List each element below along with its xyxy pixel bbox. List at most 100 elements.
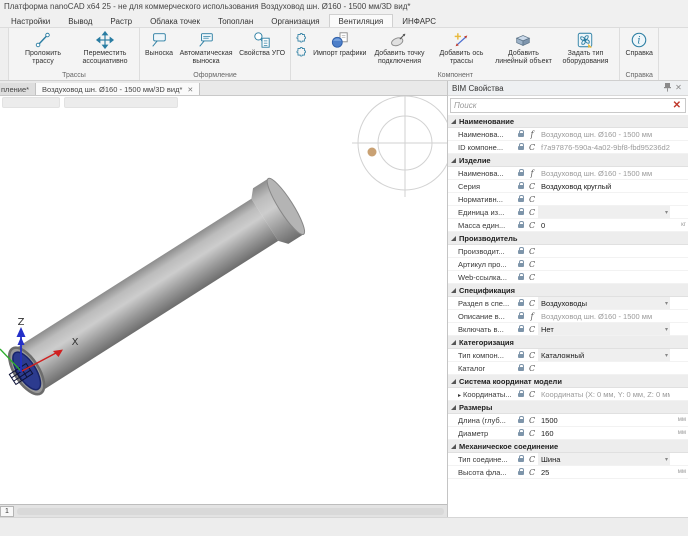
lock-icon[interactable]	[516, 249, 526, 254]
route-button[interactable]: Проложить трассу	[12, 30, 74, 66]
lock-icon[interactable]	[516, 223, 526, 228]
main-area: пление*Воздуховод шн. Ø160 - 1500 мм/3D …	[0, 81, 688, 517]
lock-icon[interactable]	[516, 327, 526, 332]
doc-tab-2[interactable]: Воздуховод шн. Ø160 - 1500 мм/3D вид*✕	[36, 83, 200, 95]
section-header[interactable]: Наименование	[448, 115, 688, 128]
puzzle-icons[interactable]	[294, 30, 311, 57]
property-value[interactable]	[538, 258, 670, 270]
property-value[interactable]: Координаты (X: 0 мм, Y: 0 мм, Z: 0 мм), …	[538, 388, 670, 400]
section-header[interactable]: Изделие	[448, 154, 688, 167]
property-value[interactable]: 25	[538, 466, 670, 478]
menu-tab-8[interactable]: ИНФАРС	[393, 15, 445, 27]
menu-tab-5[interactable]: Топоплан	[209, 15, 262, 27]
section-header[interactable]: Механическое соединение	[448, 440, 688, 453]
lock-icon[interactable]	[516, 366, 526, 371]
close-tab-icon[interactable]: ✕	[187, 86, 193, 94]
lock-icon[interactable]	[516, 275, 526, 280]
property-row: Наименова...fВоздуховод шн. Ø160 - 1500 …	[448, 128, 688, 141]
section-header[interactable]: Спецификация	[448, 284, 688, 297]
property-value[interactable]: 1500	[538, 414, 670, 426]
menu-tab-7[interactable]: Вентиляция	[329, 14, 394, 27]
pin-icon[interactable]	[662, 83, 673, 94]
lock-icon[interactable]	[516, 171, 526, 176]
property-value[interactable]	[538, 362, 670, 374]
unit-label: мм	[670, 430, 688, 436]
model-viewport[interactable]: Z X	[0, 96, 447, 504]
menu-tab-3[interactable]: Растр	[101, 15, 141, 27]
property-value[interactable]: Воздуховод шн. Ø160 - 1500 мм	[538, 167, 670, 179]
row-expander-icon[interactable]: ▸	[458, 393, 461, 399]
property-row: ▸Координаты...CКоординаты (X: 0 мм, Y: 0…	[448, 388, 688, 401]
value-type-icon: C	[526, 143, 538, 152]
status-bar	[0, 517, 688, 536]
value-type-icon: C	[526, 468, 538, 477]
property-value[interactable]: Воздуховоды	[538, 297, 670, 309]
clear-search-icon[interactable]: ✕	[669, 101, 685, 111]
search-input[interactable]	[451, 101, 669, 110]
help-button[interactable]: iСправка	[623, 30, 654, 59]
ugo-properties-button[interactable]: Свойства УГО	[237, 30, 287, 59]
menu-tab-2[interactable]: Вывод	[59, 15, 101, 27]
property-row: ID компоне...Cf7a97876-590a-4a02-9bf8-fb…	[448, 141, 688, 154]
property-value[interactable]	[538, 245, 670, 257]
lock-icon[interactable]	[516, 457, 526, 462]
view-compass[interactable]	[352, 96, 447, 197]
property-value[interactable]: Воздуховод круглый	[538, 180, 670, 192]
property-value[interactable]	[538, 193, 670, 205]
section-header[interactable]: Категоризация	[448, 336, 688, 349]
lock-icon[interactable]	[516, 470, 526, 475]
section-header[interactable]: Система координат модели	[448, 375, 688, 388]
auto-callout-button[interactable]: Автоматическая выноска	[175, 30, 237, 66]
lock-icon[interactable]	[516, 262, 526, 267]
property-value[interactable]: Шина	[538, 453, 670, 465]
property-value[interactable]: 0	[538, 219, 670, 231]
lock-icon[interactable]	[516, 184, 526, 189]
property-value[interactable]: Нет	[538, 323, 670, 335]
connection-point-icon	[390, 31, 408, 49]
lock-icon[interactable]	[516, 392, 526, 397]
property-value[interactable]: Воздуховод шн. Ø160 - 1500 мм	[538, 310, 670, 322]
section-header[interactable]: Производитель	[448, 232, 688, 245]
section-header[interactable]: Размеры	[448, 401, 688, 414]
property-value[interactable]: Воздуховод шн. Ø160 - 1500 мм	[538, 128, 670, 140]
compass-marker[interactable]	[368, 148, 377, 157]
ribbon-group-label: Оформление	[140, 72, 290, 80]
property-value[interactable]: 160	[538, 427, 670, 439]
connection-point-button[interactable]: Добавить точку подключения	[368, 30, 430, 66]
property-label: Серия	[448, 182, 516, 191]
menu-tab-6[interactable]: Организация	[262, 15, 328, 27]
horizontal-scrollbar[interactable]	[17, 508, 444, 515]
lock-icon[interactable]	[516, 210, 526, 215]
ribbon-group: ВыноскаАвтоматическая выноскаСвойства УГ…	[140, 28, 291, 80]
callout-button[interactable]: Выноска	[143, 30, 175, 59]
lock-icon[interactable]	[516, 418, 526, 423]
property-row: Раздел в спе...CВоздуховоды	[448, 297, 688, 310]
property-value[interactable]: Каталожный	[538, 349, 670, 361]
menu-tab-1[interactable]: Настройки	[2, 15, 59, 27]
section-title: Изделие	[459, 156, 491, 165]
lock-icon[interactable]	[516, 353, 526, 358]
property-value[interactable]	[538, 271, 670, 283]
lock-icon[interactable]	[516, 314, 526, 319]
duct-3d[interactable]	[0, 175, 309, 405]
property-value[interactable]	[538, 206, 670, 218]
route-axis-button[interactable]: Добавить ось трассы	[430, 30, 492, 66]
lock-icon[interactable]	[516, 132, 526, 137]
property-value[interactable]: f7a97876-590a-4a02-9bf8-fbd95236d266	[538, 141, 670, 153]
ribbon-group-label: Справка	[620, 72, 657, 80]
doc-tab-1[interactable]: пление*	[0, 83, 36, 95]
lock-icon[interactable]	[516, 431, 526, 436]
equipment-type-button[interactable]: Задать тип оборудования	[554, 30, 616, 66]
close-panel-icon[interactable]: ✕	[673, 84, 684, 92]
property-row: ДиаметрC160мм	[448, 427, 688, 440]
linear-object-button[interactable]: Добавить линейный объект	[492, 30, 554, 66]
lock-icon[interactable]	[516, 197, 526, 202]
lock-icon[interactable]	[516, 301, 526, 306]
move-button[interactable]: Переместить ассоциативно	[74, 30, 136, 66]
clipped-ribbon-button[interactable]	[0, 28, 9, 80]
import-graphics-button[interactable]: Импорт графики	[311, 30, 368, 59]
lock-icon[interactable]	[516, 145, 526, 150]
menu-tab-4[interactable]: Облака точек	[141, 15, 209, 27]
layout-tab[interactable]: 1	[0, 506, 14, 517]
auto-callout-icon	[197, 31, 215, 49]
